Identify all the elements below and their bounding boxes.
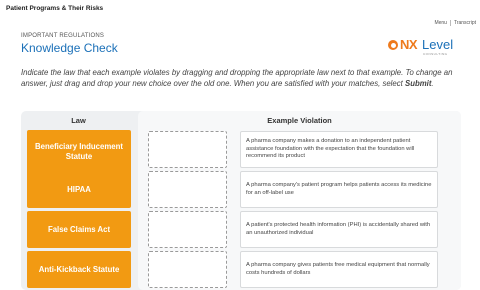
law-tile-hipaa[interactable]: HIPAA bbox=[27, 171, 131, 208]
logo-tagline: CONSULTING bbox=[423, 52, 448, 56]
law-tile-beneficiary-inducement[interactable]: Beneficiary Inducement Statute bbox=[27, 130, 131, 174]
example-card-4: A pharma company gives patients free med… bbox=[240, 251, 438, 288]
course-title: Patient Programs & Their Risks bbox=[6, 5, 104, 12]
drop-zone-3[interactable] bbox=[148, 211, 227, 248]
example-card-1: A pharma company makes a donation to an … bbox=[240, 131, 438, 168]
menu-link[interactable]: Menu bbox=[434, 20, 447, 26]
logo-level-text: Level bbox=[422, 37, 454, 52]
logo-mark-icon bbox=[388, 40, 398, 50]
page-title: Knowledge Check bbox=[21, 41, 118, 55]
drop-zone-1[interactable] bbox=[148, 131, 227, 168]
instructions-part1: Indicate the law that each example viola… bbox=[21, 68, 453, 88]
law-column-header: Law bbox=[71, 116, 86, 125]
matching-panel: Law Beneficiary Inducement Statute HIPAA… bbox=[21, 111, 461, 290]
section-subheading: IMPORTANT REGULATIONS bbox=[21, 33, 105, 39]
drop-zone-4[interactable] bbox=[148, 251, 227, 288]
law-column: Law Beneficiary Inducement Statute HIPAA… bbox=[21, 111, 136, 290]
example-card-2: A pharma company's patient program helps… bbox=[240, 171, 438, 208]
drop-zone-2[interactable] bbox=[148, 171, 227, 208]
instructions-text: Indicate the law that each example viola… bbox=[21, 68, 461, 89]
top-links: Menu Transcript bbox=[434, 20, 476, 26]
nxlevel-logo: NX Level CONSULTING bbox=[388, 36, 460, 58]
top-bar: Patient Programs & Their Risks Menu Tran… bbox=[0, 0, 480, 27]
law-tile-anti-kickback[interactable]: Anti-Kickback Statute bbox=[27, 251, 131, 288]
instructions-part2: . bbox=[431, 78, 434, 88]
transcript-link[interactable]: Transcript bbox=[454, 20, 476, 26]
instructions-submit-word: Submit bbox=[405, 78, 432, 88]
link-divider bbox=[449, 20, 451, 26]
example-column-header: Example Violation bbox=[267, 116, 332, 125]
law-tile-false-claims[interactable]: False Claims Act bbox=[27, 211, 131, 248]
logo-nx-text: NX bbox=[400, 37, 418, 52]
example-card-3: A patient's protected health information… bbox=[240, 211, 438, 248]
